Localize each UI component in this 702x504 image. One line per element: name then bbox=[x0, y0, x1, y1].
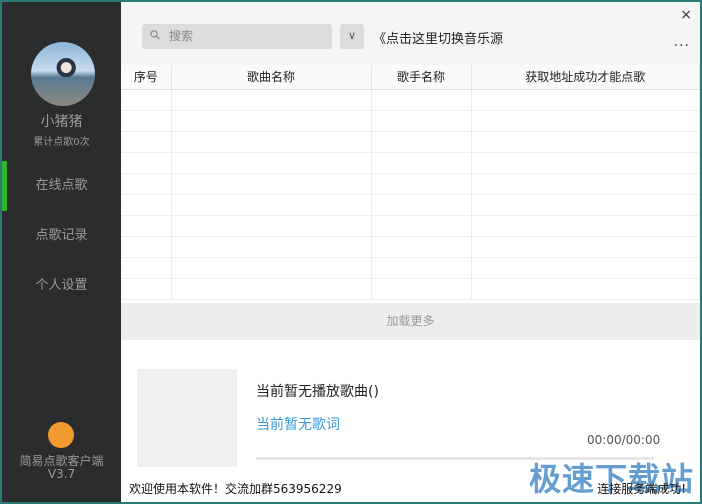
table-row bbox=[121, 110, 700, 132]
sidebar-item-settings[interactable]: 个人设置 bbox=[2, 261, 121, 311]
app-window: 小猪猪 累计点歌0次 在线点歌 点歌记录 个人设置 简易点歌客户端V3.7 搜索… bbox=[2, 2, 700, 502]
more-menu-button[interactable]: ··· bbox=[674, 38, 690, 54]
song-table: 序号 歌曲名称 歌手名称 获取地址成功才能点歌 bbox=[121, 65, 700, 300]
song-count: 累计点歌0次 bbox=[33, 137, 90, 148]
sidebar-item-online[interactable]: 在线点歌 bbox=[2, 161, 121, 211]
table-row bbox=[121, 215, 700, 237]
table-row bbox=[121, 89, 700, 111]
album-cover bbox=[137, 369, 237, 467]
app-name-text: 简易点歌客户端 bbox=[19, 454, 104, 468]
app-name: 简易点歌客户端 V3.7 bbox=[2, 455, 121, 481]
col-artist[interactable]: 歌手名称 bbox=[371, 65, 472, 90]
col-song[interactable]: 歌曲名称 bbox=[171, 65, 372, 90]
welcome-text: 欢迎使用本软件！交流加群563956229 bbox=[129, 482, 342, 496]
lyric: 当前暂无歌词 bbox=[256, 417, 340, 433]
load-more-button[interactable]: 加载更多 bbox=[121, 303, 700, 340]
app-version: V3.7 bbox=[47, 467, 76, 481]
source-dropdown-button[interactable]: ∨ bbox=[340, 24, 364, 49]
search-input[interactable]: 搜索 bbox=[142, 24, 332, 49]
username: 小猪猪 bbox=[40, 114, 83, 130]
table-header: 序号 歌曲名称 歌手名称 获取地址成功才能点歌 bbox=[121, 65, 700, 90]
col-action[interactable]: 获取地址成功才能点歌 bbox=[471, 65, 700, 90]
switch-source-link[interactable]: 《点击这里切换音乐源 bbox=[373, 28, 503, 47]
connection-status: 连接服务端成功! bbox=[597, 482, 686, 496]
close-button[interactable]: × bbox=[680, 7, 692, 23]
now-playing: 当前暂无播放歌曲() bbox=[256, 384, 379, 400]
table-row bbox=[121, 131, 700, 153]
table-row bbox=[121, 236, 700, 258]
table-row bbox=[121, 194, 700, 216]
table-row bbox=[121, 173, 700, 195]
bird-logo-icon bbox=[48, 422, 74, 448]
play-time: 00:00/00:00 bbox=[587, 433, 661, 447]
col-index[interactable]: 序号 bbox=[121, 65, 172, 90]
table-row bbox=[121, 257, 700, 279]
header: 搜索 ∨ 《点击这里切换音乐源 × ··· bbox=[121, 2, 700, 65]
table-row bbox=[121, 152, 700, 174]
sidebar-item-history[interactable]: 点歌记录 bbox=[2, 211, 121, 261]
sidebar: 小猪猪 累计点歌0次 在线点歌 点歌记录 个人设置 简易点歌客户端 V3.7 bbox=[2, 2, 121, 502]
table-row bbox=[121, 278, 700, 300]
avatar[interactable] bbox=[31, 42, 95, 106]
